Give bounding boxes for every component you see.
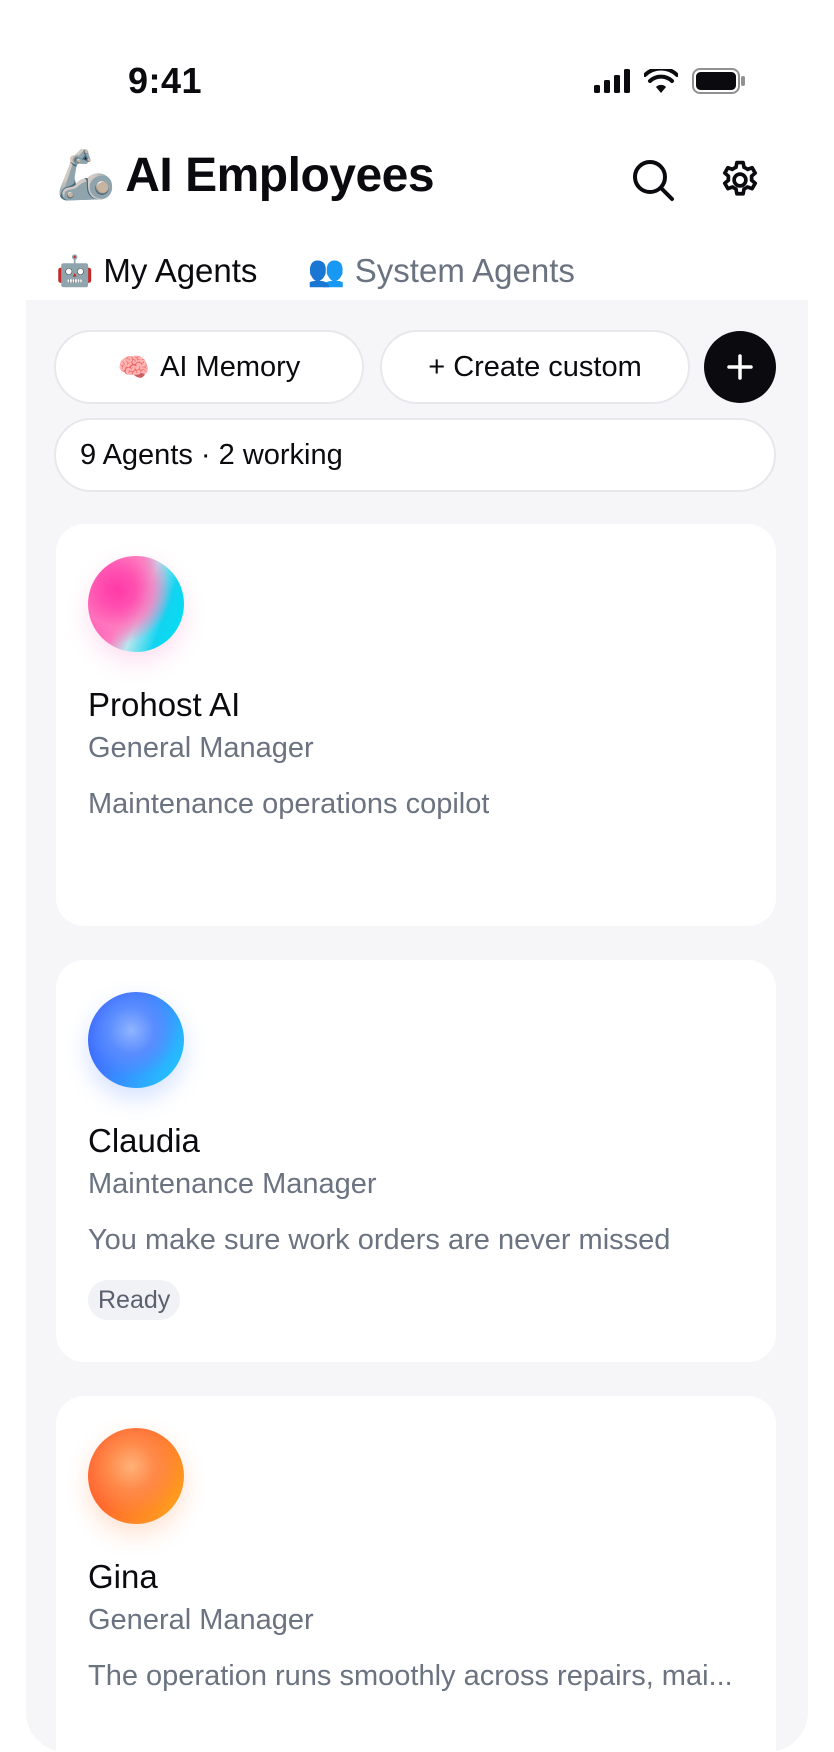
agent-role: General Manager <box>88 732 314 764</box>
wifi-icon <box>643 66 679 98</box>
status-time: 9:41 <box>128 60 203 101</box>
people-icon: 👥 <box>307 254 345 288</box>
create-custom-label: + Create custom <box>428 350 642 383</box>
agent-card[interactable]: Claudia Maintenance Manager You make sur… <box>56 960 776 1362</box>
agent-card[interactable]: Prohost AI General Manager Maintenance o… <box>56 524 776 926</box>
agents-summary-text: 9 Agents · 2 working <box>80 438 343 471</box>
page-title-text: AI Employees <box>125 149 435 202</box>
agents-summary: 9 Agents · 2 working <box>54 418 776 492</box>
app-header: 🦾 AI Employees <box>0 140 834 220</box>
agent-name: Gina <box>88 1558 158 1595</box>
agent-role: Maintenance Manager <box>88 1168 377 1200</box>
agent-card[interactable]: Gina General Manager The operation runs … <box>56 1396 776 1752</box>
status-badge: Ready <box>88 1280 181 1320</box>
page-title: 🦾 AI Employees <box>56 148 435 203</box>
agent-description: Maintenance operations copilot <box>88 788 490 820</box>
tab-system-agents[interactable]: 👥 System Agents <box>307 240 576 302</box>
agent-name: Prohost AI <box>88 686 241 723</box>
brain-icon: 🧠 <box>117 351 151 382</box>
agents-panel: 🧠 AI Memory + Create custom 9 Agents · 2… <box>26 300 808 1752</box>
create-custom-button[interactable]: + Create custom <box>380 330 690 404</box>
add-agent-button[interactable] <box>704 331 776 403</box>
status-bar: 9:41 <box>0 0 834 120</box>
robot-icon: 🤖 <box>56 254 94 288</box>
plus-icon <box>727 354 753 380</box>
status-icons <box>594 66 746 99</box>
agent-avatar <box>88 556 184 652</box>
agent-avatar <box>88 992 184 1088</box>
agent-tabs: 🤖 My Agents 👥 System Agents <box>56 240 577 306</box>
flexed-arm-icon: 🦾 <box>56 148 116 202</box>
settings-button[interactable] <box>712 152 768 208</box>
agent-role: General Manager <box>88 1604 314 1636</box>
battery-icon <box>692 68 746 99</box>
agent-avatar <box>88 1428 184 1524</box>
agent-description: You make sure work orders are never miss… <box>88 1224 671 1256</box>
ai-memory-button[interactable]: 🧠 AI Memory <box>54 330 364 404</box>
cellular-signal-icon <box>594 69 630 98</box>
search-icon <box>633 160 674 201</box>
search-button[interactable] <box>625 152 681 208</box>
tab-label: My Agents <box>103 252 258 289</box>
agent-description: The operation runs smoothly across repai… <box>88 1660 733 1692</box>
ai-memory-label: AI Memory <box>160 350 301 383</box>
tab-my-agents[interactable]: 🤖 My Agents <box>56 240 260 306</box>
gear-icon <box>722 160 758 196</box>
tab-label: System Agents <box>354 252 575 289</box>
agent-name: Claudia <box>88 1122 200 1159</box>
